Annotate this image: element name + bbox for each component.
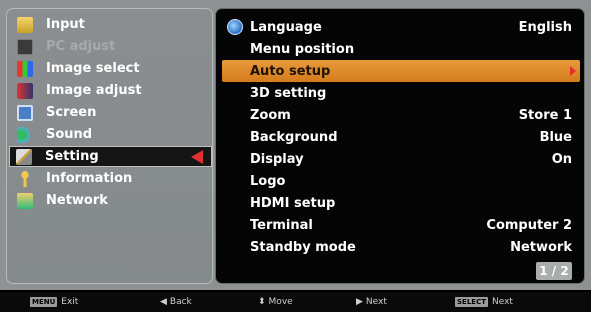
selected-arrow-icon bbox=[191, 149, 203, 164]
setting-submenu-panel: Language English Menu position Auto setu… bbox=[215, 8, 585, 284]
menu-item-label: Setting bbox=[45, 149, 99, 164]
pc-adjust-icon bbox=[17, 38, 33, 55]
arrow-right-icon: ▶ bbox=[356, 297, 363, 307]
hint-exit: MENU Exit bbox=[30, 297, 78, 307]
menu-item-screen[interactable]: Screen bbox=[11, 102, 211, 123]
submenu-item-hdmi-setup[interactable]: HDMI setup bbox=[222, 192, 580, 214]
information-icon bbox=[17, 170, 33, 187]
submenu-item-value: English bbox=[518, 19, 572, 35]
submenu-item-label: Language bbox=[250, 19, 322, 35]
submenu-item-value: Network bbox=[510, 239, 572, 255]
submenu-item-label: Logo bbox=[250, 173, 286, 189]
submenu-item-3d-setting[interactable]: 3D setting bbox=[222, 82, 580, 104]
arrow-left-icon: ◀ bbox=[160, 297, 167, 307]
menu-item-network[interactable]: Network bbox=[11, 190, 211, 211]
hint-select-next: SELECT Next bbox=[455, 297, 513, 307]
submenu-item-label: Zoom bbox=[250, 107, 291, 123]
menu-item-label: Image select bbox=[46, 61, 140, 76]
submenu-item-zoom[interactable]: Zoom Store 1 bbox=[222, 104, 580, 126]
submenu-item-value: Store 1 bbox=[518, 107, 572, 123]
submenu-item-label: Menu position bbox=[250, 41, 355, 57]
submenu-item-label: 3D setting bbox=[250, 85, 327, 101]
hint-label: Next bbox=[365, 297, 387, 307]
image-adjust-icon bbox=[17, 82, 33, 99]
submenu-item-value: Computer 2 bbox=[486, 217, 572, 233]
menu-item-sound[interactable]: Sound bbox=[11, 124, 211, 145]
hint-label: Move bbox=[268, 297, 293, 307]
hint-label: Exit bbox=[61, 297, 79, 307]
submenu-item-label: Auto setup bbox=[250, 63, 331, 79]
submenu-item-label: Background bbox=[250, 129, 338, 145]
submenu-item-language[interactable]: Language English bbox=[222, 16, 580, 38]
submenu-item-value: On bbox=[551, 151, 572, 167]
submenu-item-standby-mode[interactable]: Standby mode Network bbox=[222, 236, 580, 258]
hint-back: ◀ Back bbox=[160, 297, 192, 307]
menu-item-image-adjust[interactable]: Image adjust bbox=[11, 80, 211, 101]
menu-key-icon: MENU bbox=[30, 297, 58, 307]
screen-icon bbox=[17, 104, 33, 121]
submenu-item-label: HDMI setup bbox=[250, 195, 336, 211]
hint-label: Back bbox=[169, 297, 192, 307]
submenu-item-label: Display bbox=[250, 151, 304, 167]
menu-item-pc-adjust[interactable]: PC adjust bbox=[11, 36, 211, 57]
menu-item-label: Screen bbox=[46, 105, 97, 120]
menu-item-label: Image adjust bbox=[46, 83, 142, 98]
menu-item-setting[interactable]: Setting bbox=[9, 146, 212, 167]
hint-next: ▶ Next bbox=[356, 297, 387, 307]
hint-label: Next bbox=[491, 297, 513, 307]
projector-osd: Input PC adjust Image select Image adjus… bbox=[0, 0, 591, 290]
page-indicator: 1 / 2 bbox=[536, 262, 572, 280]
submenu-item-terminal[interactable]: Terminal Computer 2 bbox=[222, 214, 580, 236]
submenu-item-auto-setup[interactable]: Auto setup bbox=[222, 60, 580, 82]
submenu-item-menu-position[interactable]: Menu position bbox=[222, 38, 580, 60]
hint-move: ⬍ Move bbox=[258, 297, 293, 307]
submenu-item-value: Blue bbox=[539, 129, 572, 145]
select-key-icon: SELECT bbox=[455, 297, 488, 307]
submenu-item-display[interactable]: Display On bbox=[222, 148, 580, 170]
submenu-item-label: Standby mode bbox=[250, 239, 356, 255]
input-icon bbox=[17, 16, 33, 33]
menu-item-image-select[interactable]: Image select bbox=[11, 58, 211, 79]
menu-item-label: Sound bbox=[46, 127, 93, 142]
submenu-item-label: Terminal bbox=[250, 217, 313, 233]
setting-icon bbox=[16, 148, 32, 165]
menu-item-information[interactable]: Information bbox=[11, 168, 211, 189]
menu-item-input[interactable]: Input bbox=[11, 14, 211, 35]
menu-item-label: Information bbox=[46, 171, 133, 186]
network-icon bbox=[17, 192, 33, 209]
menu-item-label: Network bbox=[46, 193, 108, 208]
chevron-right-icon bbox=[570, 66, 576, 76]
key-hint-bar: MENU Exit ◀ Back ⬍ Move ▶ Next SELECT Ne… bbox=[0, 292, 591, 312]
arrow-up-down-icon: ⬍ bbox=[258, 297, 266, 307]
sound-icon bbox=[17, 126, 33, 143]
menu-item-label: Input bbox=[46, 17, 85, 32]
submenu-item-logo[interactable]: Logo bbox=[222, 170, 580, 192]
image-select-icon bbox=[17, 60, 33, 77]
main-menu-panel: Input PC adjust Image select Image adjus… bbox=[6, 8, 213, 284]
globe-icon bbox=[227, 19, 243, 35]
menu-item-label: PC adjust bbox=[46, 39, 116, 54]
submenu-item-background[interactable]: Background Blue bbox=[222, 126, 580, 148]
